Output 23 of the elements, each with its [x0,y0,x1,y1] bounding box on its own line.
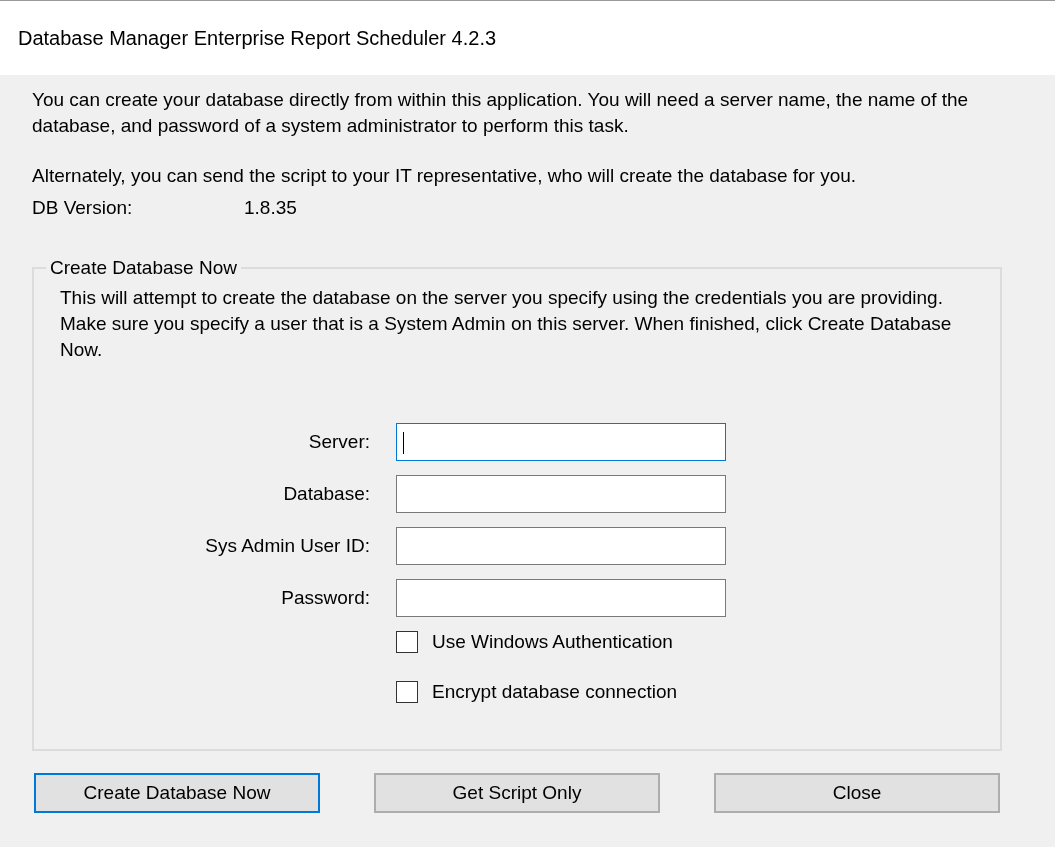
intro-paragraph: You can create your database directly from within this application. You will need a server name, the name of the database, and password of a system administrator to perform this task. [32,88,970,138]
intro-paragraph: Alternately, you can send the script to your IT representative, who will create the database for you. [32,164,858,188]
input-field[interactable] [396,579,726,617]
field-label: Database: [282,483,370,505]
group-title: Create Database Now [49,257,238,279]
input-field[interactable] [396,527,726,565]
db-version-value: 1.8.35 [244,196,297,220]
dialog-button[interactable]: Create Database Now [34,773,320,813]
dialog-button[interactable]: Close [714,773,1000,813]
field-label: Password: [280,587,370,609]
db-version-label: DB Version: [32,196,134,220]
checkbox[interactable] [396,631,418,653]
input-field[interactable] [396,423,726,461]
group-description: This will attempt to create the database on the server you specify using the credentials you are providing. Make sure you specify a user that is a System Admin on this server. When finished, click Create Database Now. [60,286,953,362]
checkbox-label[interactable]: Encrypt database connection [432,681,678,703]
dialog-button[interactable]: Get Script Only [374,773,660,813]
window-title: Database Manager Enterprise Report Scheduler 4.2.3 [18,26,497,50]
input-field[interactable] [396,475,726,513]
checkbox-label[interactable]: Use Windows Authentication [432,631,673,653]
checkbox[interactable] [396,681,418,703]
field-label: Sys Admin User ID: [204,535,370,557]
field-label: Server: [307,431,370,453]
text-cursor [403,432,404,454]
